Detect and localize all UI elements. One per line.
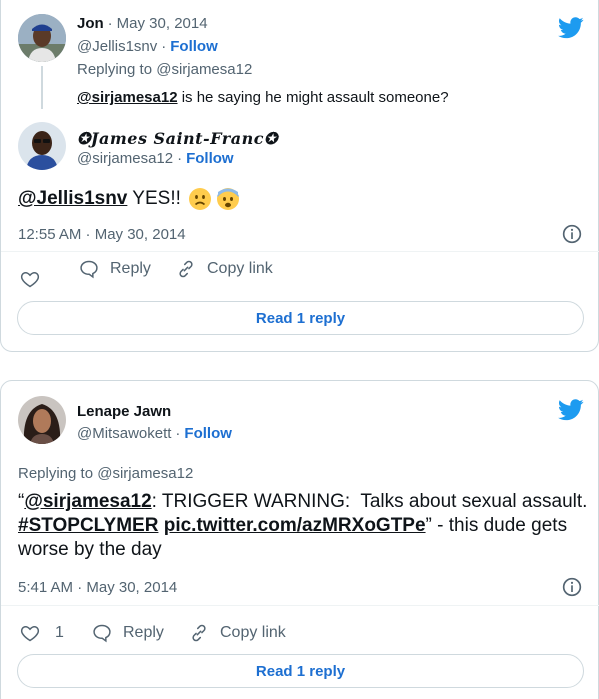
avatar-james-image [18, 122, 66, 170]
tweet1-parent-header: Jon · May 30, 2014 [77, 15, 208, 32]
link-icon [192, 624, 206, 642]
divider [1, 251, 599, 252]
separator-dot: · [107, 15, 113, 32]
info-icon[interactable] [562, 224, 582, 244]
author-name[interactable]: Lenape Jawn [77, 403, 171, 420]
parent-tweet-text: @sirjamesa12 is he saying he might assau… [77, 89, 449, 106]
like-count: 1 [55, 624, 64, 641]
tweet1-parent-handle-row: @Jellis1snv · Follow [77, 38, 218, 55]
parent-text-body: is he saying he might assault someone? [177, 89, 449, 106]
frowning-face-emoji-icon [189, 188, 212, 210]
reply-icon [93, 624, 111, 643]
replying-to: Replying to @sirjamesa12 [77, 61, 253, 78]
reply-tweet-text: @Jellis1snv YES!! [18, 187, 240, 211]
reply-label: Reply [123, 624, 164, 641]
separator-dot: · [175, 425, 181, 442]
thread-line [41, 66, 43, 109]
tweet-card-1: Jon · May 30, 2014 @Jellis1snv · Follow … [0, 0, 599, 352]
hashtag-link[interactable]: #STOPCLYMER [18, 515, 158, 536]
reply-action[interactable]: Reply [92, 623, 164, 643]
follow-button[interactable]: Follow [170, 38, 218, 55]
read-reply-button[interactable]: Read 1 reply [17, 654, 584, 688]
reply-action[interactable]: Reply [79, 259, 151, 279]
link-icon [179, 260, 193, 278]
separator-dot: · [177, 150, 183, 167]
divider [1, 605, 599, 606]
copy-link-label: Copy link [220, 624, 286, 641]
author-handle[interactable]: @Mitsawokett [77, 425, 171, 442]
avatar-jon-image [18, 14, 66, 62]
avatar-james[interactable] [18, 122, 66, 170]
like-action[interactable]: 1 [20, 623, 64, 643]
separator-dot: · [161, 38, 167, 55]
tweet2-text: “@sirjamesa12: TRIGGER WARNING: Talks ab… [18, 490, 588, 562]
avatar-lenape-image [18, 396, 66, 444]
info-icon[interactable] [562, 577, 582, 597]
author-handle[interactable]: @Jellis1snv [77, 38, 157, 55]
copy-link-action[interactable]: Copy link [176, 259, 273, 279]
pic-link[interactable]: pic.twitter.com/azMRXoGTPe [164, 515, 426, 536]
follow-button[interactable]: Follow [184, 425, 232, 442]
author-name[interactable]: Jon [77, 15, 104, 32]
tweet-timestamp[interactable]: 12:55 AM · May 30, 2014 [18, 226, 186, 243]
heart-icon [20, 625, 40, 642]
mention-link[interactable]: @sirjamesa12 [77, 89, 178, 106]
mention-link[interactable]: @sirjamesa12 [24, 491, 151, 512]
tweet-date[interactable]: May 30, 2014 [117, 15, 208, 32]
twitter-bird-icon[interactable] [558, 399, 584, 421]
tweet-timestamp[interactable]: 5:41 AM · May 30, 2014 [18, 579, 177, 596]
tweet2-text-a: : TRIGGER WARNING: Talks about sexual as… [151, 491, 598, 512]
reply-handle-row: @sirjamesa12 · Follow [77, 150, 234, 167]
reply-icon [80, 260, 98, 279]
twitter-bird-icon[interactable] [558, 17, 584, 39]
replying-to: Replying to @sirjamesa12 [18, 465, 194, 482]
fearful-face-emoji-icon [217, 188, 240, 210]
tweet2-handle-row: @Mitsawokett · Follow [77, 425, 232, 442]
author-handle[interactable]: @sirjamesa12 [77, 150, 173, 167]
mention-link[interactable]: @Jellis1snv [18, 187, 127, 211]
reply-label: Reply [110, 260, 151, 277]
reply-author-name[interactable]: ✪James Saint-Franc✪ [77, 129, 278, 148]
copy-link-action[interactable]: Copy link [189, 623, 286, 643]
follow-button[interactable]: Follow [186, 150, 234, 167]
copy-link-label: Copy link [207, 260, 273, 277]
like-action[interactable] [20, 269, 51, 289]
avatar-lenape[interactable] [18, 396, 66, 444]
tweet-card-2: Lenape Jawn @Mitsawokett · Follow Replyi… [0, 380, 599, 699]
reply-text-body: YES!! [127, 188, 187, 209]
heart-icon [20, 271, 40, 288]
avatar-jon[interactable] [18, 14, 66, 62]
read-reply-button[interactable]: Read 1 reply [17, 301, 584, 335]
